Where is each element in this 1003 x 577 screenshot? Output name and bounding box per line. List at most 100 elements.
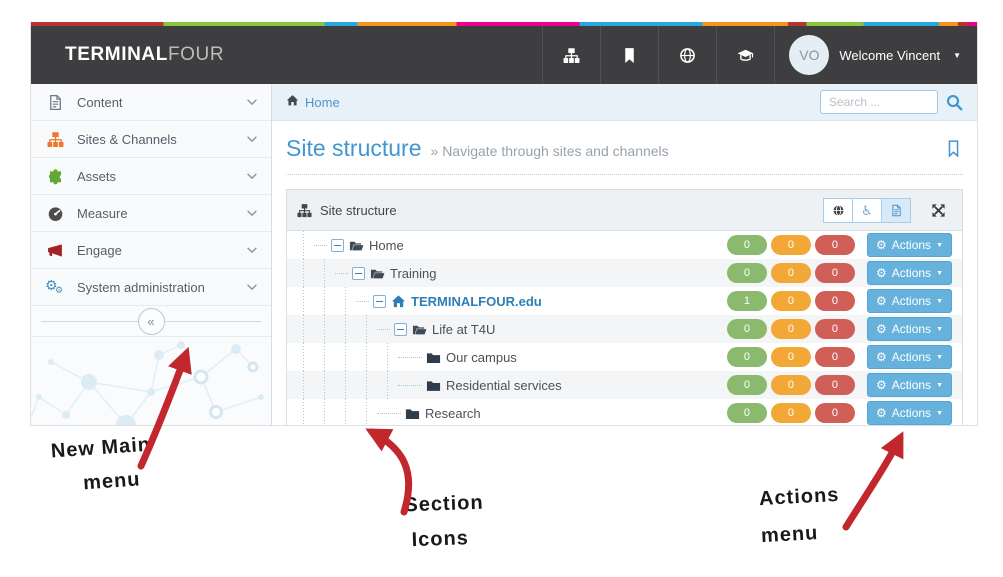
panel-toolbar: ♿ xyxy=(824,198,911,223)
tree-guide xyxy=(293,259,314,287)
section-label[interactable]: Our campus xyxy=(446,350,517,365)
gear-icon: ⚙ xyxy=(876,323,887,335)
section-label[interactable]: Home xyxy=(369,238,404,253)
globe-icon[interactable] xyxy=(658,26,716,84)
actions-menu-button[interactable]: ⚙Actions▼ xyxy=(867,261,952,285)
tree-row-research: Research000⚙Actions▼ xyxy=(287,399,962,425)
section-label[interactable]: Residential services xyxy=(446,378,562,393)
page-title-row: Site structure » Navigate through sites … xyxy=(272,121,977,172)
sidebar-collapse-row: « xyxy=(31,306,271,337)
folder-closed-icon xyxy=(405,406,420,421)
tree-guide xyxy=(314,287,335,315)
tree-guide xyxy=(356,371,377,399)
graduation-cap-icon[interactable] xyxy=(716,26,774,84)
badge-red[interactable]: 0 xyxy=(815,291,855,311)
logo-secondary: FOUR xyxy=(168,44,224,65)
tree-guide xyxy=(335,371,356,399)
user-menu[interactable]: VO Welcome Vincent ▼ xyxy=(774,26,977,84)
actions-menu-button[interactable]: ⚙Actions▼ xyxy=(867,345,952,369)
tree-guide xyxy=(335,315,356,343)
folder-open-icon xyxy=(412,322,427,337)
search-input[interactable] xyxy=(820,90,938,114)
expand-icon[interactable] xyxy=(931,203,946,218)
collapse-toggle-icon[interactable] xyxy=(352,267,365,280)
tree-connector xyxy=(398,385,422,386)
badge-red[interactable]: 0 xyxy=(815,263,855,283)
badge-red[interactable]: 0 xyxy=(815,403,855,423)
folder-closed-icon xyxy=(426,378,441,393)
badge-green[interactable]: 1 xyxy=(727,291,767,311)
sidebar-collapse-button[interactable]: « xyxy=(138,308,165,335)
site-structure-panel: Site structure ♿ Home000⚙Actions▼Trainin… xyxy=(286,189,963,425)
badge-orange[interactable]: 0 xyxy=(771,347,811,367)
tree-connector xyxy=(356,301,369,302)
section-label[interactable]: Life at T4U xyxy=(432,322,495,337)
section-label[interactable]: Training xyxy=(390,266,436,281)
actions-menu-button[interactable]: ⚙Actions▼ xyxy=(867,233,952,257)
bookmark-outline-icon[interactable] xyxy=(944,139,963,158)
badge-green[interactable]: 0 xyxy=(727,235,767,255)
sidebar-item-sites-channels[interactable]: Sites & Channels xyxy=(31,121,271,158)
panel-toolbar-accessibility-button[interactable]: ♿ xyxy=(852,198,882,223)
sidebar-item-label: Sites & Channels xyxy=(77,132,233,147)
breadcrumb-home[interactable]: Home xyxy=(305,95,340,110)
collapse-toggle-icon[interactable] xyxy=(331,239,344,252)
sidebar-item-measure[interactable]: Measure xyxy=(31,195,271,232)
badge-green[interactable]: 0 xyxy=(727,403,767,423)
tree-guide xyxy=(314,259,335,287)
puzzle-icon xyxy=(45,168,65,185)
breadcrumb-bar: Home xyxy=(272,84,977,121)
collapse-toggle-icon[interactable] xyxy=(373,295,386,308)
megaphone-icon xyxy=(45,242,65,259)
panel-title: Site structure xyxy=(320,203,397,218)
actions-menu-button[interactable]: ⚙Actions▼ xyxy=(867,373,952,397)
badge-red[interactable]: 0 xyxy=(815,235,855,255)
badge-orange[interactable]: 0 xyxy=(771,319,811,339)
sitemap-icon[interactable] xyxy=(542,26,600,84)
badge-orange[interactable]: 0 xyxy=(771,263,811,283)
sidebar-item-content[interactable]: Content xyxy=(31,84,271,121)
avatar[interactable]: VO xyxy=(789,35,829,75)
panel-toolbar-document-button[interactable] xyxy=(881,198,911,223)
annotation-section-icons: SectionIcons xyxy=(404,493,485,551)
tree-row-home: Home000⚙Actions▼ xyxy=(287,231,962,259)
caret-down-icon: ▼ xyxy=(936,382,943,389)
gear-icon: ⚙ xyxy=(876,379,887,391)
badge-orange[interactable]: 0 xyxy=(771,235,811,255)
actions-menu-button[interactable]: ⚙Actions▼ xyxy=(867,317,952,341)
page-title: Site structure xyxy=(286,135,422,162)
sidebar-item-assets[interactable]: Assets xyxy=(31,158,271,195)
badge-green[interactable]: 0 xyxy=(727,263,767,283)
sidebar-item-system-administration[interactable]: ⚙⚙System administration xyxy=(31,269,271,306)
badge-green[interactable]: 0 xyxy=(727,375,767,395)
search-icon[interactable] xyxy=(946,94,963,111)
caret-down-icon: ▼ xyxy=(936,242,943,249)
actions-menu-button[interactable]: ⚙Actions▼ xyxy=(867,289,952,313)
network-graphic xyxy=(31,337,271,425)
row-controls: 000⚙Actions▼ xyxy=(723,373,962,397)
terminalfour-logo: TERMINALFOUR xyxy=(65,44,224,66)
section-label[interactable]: TERMINALFOUR.edu xyxy=(411,294,542,309)
tree-row-residential-services: Residential services000⚙Actions▼ xyxy=(287,371,962,399)
panel-toolbar-globe-button[interactable] xyxy=(823,198,853,223)
badge-orange[interactable]: 0 xyxy=(771,403,811,423)
section-label[interactable]: Research xyxy=(425,406,481,421)
collapse-toggle-icon[interactable] xyxy=(394,323,407,336)
tree-row-life-at-t4u: Life at T4U000⚙Actions▼ xyxy=(287,315,962,343)
badge-red[interactable]: 0 xyxy=(815,375,855,395)
badge-orange[interactable]: 0 xyxy=(771,375,811,395)
chevron-down-icon xyxy=(245,243,259,257)
badge-red[interactable]: 0 xyxy=(815,319,855,339)
badge-orange[interactable]: 0 xyxy=(771,291,811,311)
breadcrumb[interactable]: Home xyxy=(286,94,340,110)
actions-label: Actions xyxy=(892,322,931,336)
badge-green[interactable]: 0 xyxy=(727,319,767,339)
sidebar-item-engage[interactable]: Engage xyxy=(31,232,271,269)
badge-green[interactable]: 0 xyxy=(727,347,767,367)
sidebar-item-label: Content xyxy=(77,95,233,110)
row-controls: 000⚙Actions▼ xyxy=(723,345,962,369)
bookmark-icon[interactable] xyxy=(600,26,658,84)
tree-guide xyxy=(293,399,314,425)
actions-menu-button[interactable]: ⚙Actions▼ xyxy=(867,401,952,425)
badge-red[interactable]: 0 xyxy=(815,347,855,367)
